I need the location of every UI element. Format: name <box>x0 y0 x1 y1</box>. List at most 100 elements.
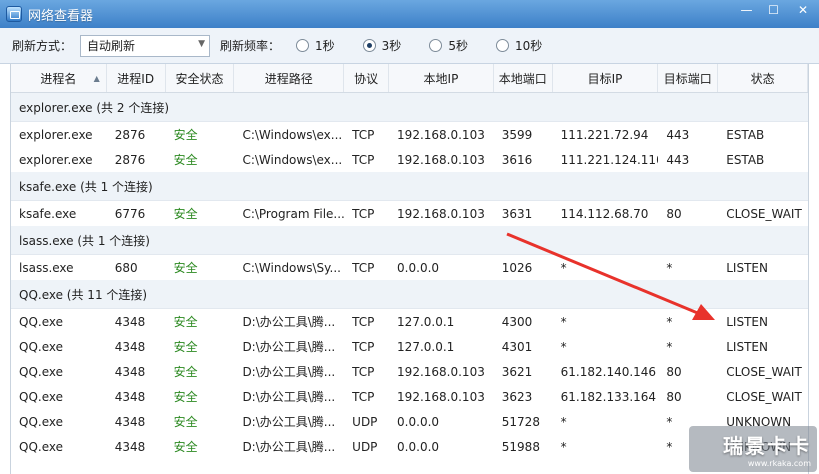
maximize-button[interactable]: ☐ <box>760 0 787 20</box>
frequency-radio-0[interactable]: 1秒 <box>296 37 335 54</box>
table-row[interactable]: QQ.exe 4348 安全 D:\办公工具\腾... TCP 127.0.0.1 4300… <box>11 309 808 334</box>
frequency-radio-2[interactable]: 5秒 <box>429 37 468 54</box>
radio-button-icon[interactable] <box>296 39 310 52</box>
column-header-2[interactable]: 安全状态 <box>166 64 235 92</box>
table-cell: 3623 <box>501 389 533 404</box>
table-cell: C:\Windows\ex... <box>242 127 343 142</box>
table-cell: 4348 <box>114 364 146 379</box>
table-row[interactable]: explorer.exe 2876 安全 C:\Windows\ex... TCP 192… <box>11 147 808 172</box>
radio-button-icon[interactable] <box>362 39 376 52</box>
table-cell: 127.0.0.1 <box>397 314 455 329</box>
table-cell: 80 <box>666 389 682 404</box>
table-row[interactable]: QQ.exe 4348 安全 D:\办公工具\腾... TCP 192.168.0.103… <box>11 359 808 384</box>
table-cell: * <box>666 260 673 275</box>
minimize-button[interactable]: — <box>733 0 760 20</box>
column-header-1[interactable]: 进程ID <box>107 64 166 92</box>
table-cell: QQ.exe <box>19 339 63 354</box>
table-cell: QQ.exe <box>19 439 63 454</box>
table-cell: 安全 <box>173 207 198 221</box>
table-cell: 安全 <box>173 261 198 275</box>
table-cell: CLOSE_WAIT <box>726 364 802 379</box>
watermark-logo: 瑞景卡卡 www.rkaka.com <box>689 426 817 472</box>
table-cell: 80 <box>666 364 682 379</box>
close-button[interactable]: ✕ <box>787 0 819 20</box>
column-header-label: 安全状态 <box>175 71 224 86</box>
watermark-text: 瑞景卡卡 <box>723 434 811 458</box>
column-header-6[interactable]: 本地端口 <box>494 64 553 92</box>
table-cell: 安全 <box>173 128 198 142</box>
table-cell: LISTEN <box>726 260 768 275</box>
table-row[interactable]: ksafe.exe 6776 安全 C:\Program File... TCP 192.… <box>11 201 808 226</box>
dropdown-arrow-icon[interactable]: ▼ <box>198 39 205 49</box>
table-cell: TCP <box>352 152 375 167</box>
table-cell: 3621 <box>501 364 533 379</box>
process-group-header[interactable]: ksafe.exe (共 1 个连接) <box>11 172 808 201</box>
radio-button-icon[interactable] <box>495 39 509 52</box>
window-controls: — ☐ ✕ <box>733 0 819 20</box>
toolbar: 刷新方式： 自动刷新 ▼ 刷新频率： 1秒 3秒 5秒 10秒 <box>0 28 819 64</box>
table-cell: 0.0.0.0 <box>397 260 440 275</box>
table-cell: * <box>666 314 673 329</box>
column-header-label: 目标IP <box>587 71 623 86</box>
table-cell: * <box>560 314 567 329</box>
table-body: explorer.exe (共 2 个连接) explorer.exe 2876 安全… <box>11 93 808 459</box>
table-cell: D:\办公工具\腾... <box>242 390 336 404</box>
table-cell: explorer.exe <box>19 152 93 167</box>
table-cell: 3616 <box>501 152 533 167</box>
table-header: 进程名 ▲ 进程ID 安全状态 进程路径 协议 本地IP 本地端口 目标IP 目标端口 状态 <box>11 64 808 93</box>
table-row[interactable]: explorer.exe 2876 安全 C:\Windows\ex... TCP 192… <box>11 122 808 147</box>
window-title: 网络查看器 <box>28 8 94 24</box>
table-cell: 192.168.0.103 <box>397 389 485 404</box>
table-cell: 安全 <box>173 365 198 379</box>
table-row[interactable]: QQ.exe 4348 安全 D:\办公工具\腾... TCP 192.168.0.103… <box>11 384 808 409</box>
refresh-mode-select[interactable]: 自动刷新 ▼ <box>80 34 211 57</box>
table-cell: UDP <box>352 414 378 429</box>
column-header-label: 状态 <box>750 71 775 86</box>
refresh-frequency-label: 刷新频率： <box>220 39 281 53</box>
sort-ascending-icon[interactable]: ▲ <box>94 74 100 83</box>
table-cell: ESTAB <box>726 152 765 167</box>
table-cell: 安全 <box>173 440 198 454</box>
table-cell: 80 <box>666 206 682 221</box>
frequency-radio-1[interactable]: 3秒 <box>362 37 401 54</box>
radio-button-icon[interactable] <box>429 39 443 52</box>
table-cell: 4348 <box>114 439 146 454</box>
process-group-header[interactable]: explorer.exe (共 2 个连接) <box>11 93 808 122</box>
column-header-7[interactable]: 目标IP <box>553 64 659 92</box>
table-cell: 6776 <box>114 206 146 221</box>
table-cell: 111.221.124.110 <box>560 152 659 167</box>
process-group-header[interactable]: lsass.exe (共 1 个连接) <box>11 226 808 255</box>
column-header-label: 本地端口 <box>498 71 547 86</box>
table-cell: 443 <box>666 127 690 142</box>
table-cell: ksafe.exe <box>19 206 77 221</box>
table-row[interactable]: lsass.exe 680 安全 C:\Windows\Sy... TCP 0.0.0.0… <box>11 255 808 280</box>
table-cell: 安全 <box>173 415 198 429</box>
column-header-3[interactable]: 进程路径 <box>234 64 345 92</box>
table-cell: ESTAB <box>726 127 765 142</box>
table-cell: 安全 <box>173 390 198 404</box>
table-cell: 4348 <box>114 389 146 404</box>
column-header-0[interactable]: 进程名 ▲ <box>11 64 107 92</box>
table-cell: * <box>560 339 567 354</box>
column-header-label: 进程路径 <box>264 71 313 86</box>
table-cell: 1026 <box>501 260 533 275</box>
table-cell: 4348 <box>114 414 146 429</box>
frequency-radio-label: 5秒 <box>448 39 468 53</box>
table-cell: * <box>560 414 567 429</box>
frequency-radio-label: 10秒 <box>514 39 543 53</box>
table-cell: explorer.exe <box>19 127 93 142</box>
connection-table: 进程名 ▲ 进程ID 安全状态 进程路径 协议 本地IP 本地端口 目标IP 目标端口 状态 exp… <box>10 64 809 474</box>
column-header-8[interactable]: 目标端口 <box>658 64 719 92</box>
table-cell: 192.168.0.103 <box>397 364 485 379</box>
table-cell: TCP <box>352 389 375 404</box>
table-cell: CLOSE_WAIT <box>726 206 802 221</box>
table-row[interactable]: QQ.exe 4348 安全 D:\办公工具\腾... TCP 127.0.0.1 4301… <box>11 334 808 359</box>
column-header-9[interactable]: 状态 <box>718 64 808 92</box>
process-group-header[interactable]: QQ.exe (共 11 个连接) <box>11 280 808 309</box>
table-cell: C:\Program File... <box>242 206 345 221</box>
table-cell: TCP <box>352 314 375 329</box>
column-header-5[interactable]: 本地IP <box>389 64 494 92</box>
frequency-radio-3[interactable]: 10秒 <box>495 37 543 54</box>
table-cell: QQ.exe <box>19 314 63 329</box>
column-header-4[interactable]: 协议 <box>344 64 390 92</box>
